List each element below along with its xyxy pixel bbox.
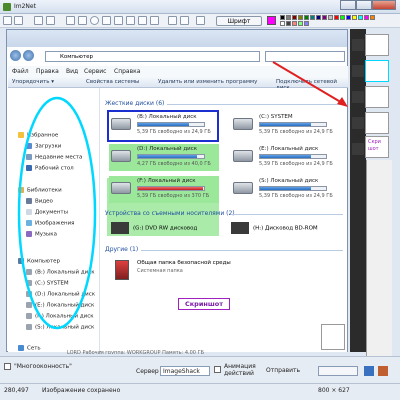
- cyan-ellipse-annotation[interactable]: [17, 96, 97, 330]
- copy-icon[interactable]: [364, 366, 374, 376]
- eye-icon[interactable]: [352, 117, 364, 129]
- eye-icon[interactable]: [352, 91, 364, 103]
- multiwindow-checkbox[interactable]: [4, 363, 11, 370]
- arrow-head-icon: [337, 97, 348, 107]
- eye-icon[interactable]: [352, 143, 364, 155]
- layer-thumb-1[interactable]: [365, 34, 389, 56]
- annotation-layer: [17, 61, 348, 330]
- animation-checkbox[interactable]: [214, 366, 221, 373]
- animation-label: Анимация действий: [224, 363, 256, 377]
- history-panel: [366, 160, 392, 356]
- server-select[interactable]: ImageShack: [160, 366, 210, 376]
- layer-thumb-5[interactable]: Скри шот: [365, 136, 389, 158]
- eye-icon[interactable]: [352, 39, 364, 51]
- multiwindow-label: "Многооконность": [14, 363, 72, 370]
- layer-thumb-2[interactable]: [365, 60, 389, 82]
- history-strip: [350, 29, 366, 352]
- bottom-panel: "Многооконность" Сервер ImageShack Анима…: [0, 356, 400, 400]
- settings-icon[interactable]: [378, 366, 388, 376]
- statusbar-divider: [0, 383, 400, 384]
- status-text: Изображение сохранено: [42, 387, 121, 394]
- red-arrow-annotation[interactable]: [272, 61, 345, 105]
- layer-thumb-3[interactable]: [365, 86, 389, 108]
- cursor-coords: 280,497: [4, 387, 29, 394]
- image-size: 800 × 627: [318, 387, 350, 394]
- eye-icon[interactable]: [352, 65, 364, 77]
- send-options[interactable]: [318, 366, 358, 376]
- im2net-window: Im2Net Шрифт Компьютер Файл Правка Вид С…: [0, 0, 400, 400]
- server-label: Сервер: [136, 368, 159, 375]
- layer-thumb-4[interactable]: [365, 112, 389, 134]
- send-button[interactable]: Отправить: [266, 367, 300, 374]
